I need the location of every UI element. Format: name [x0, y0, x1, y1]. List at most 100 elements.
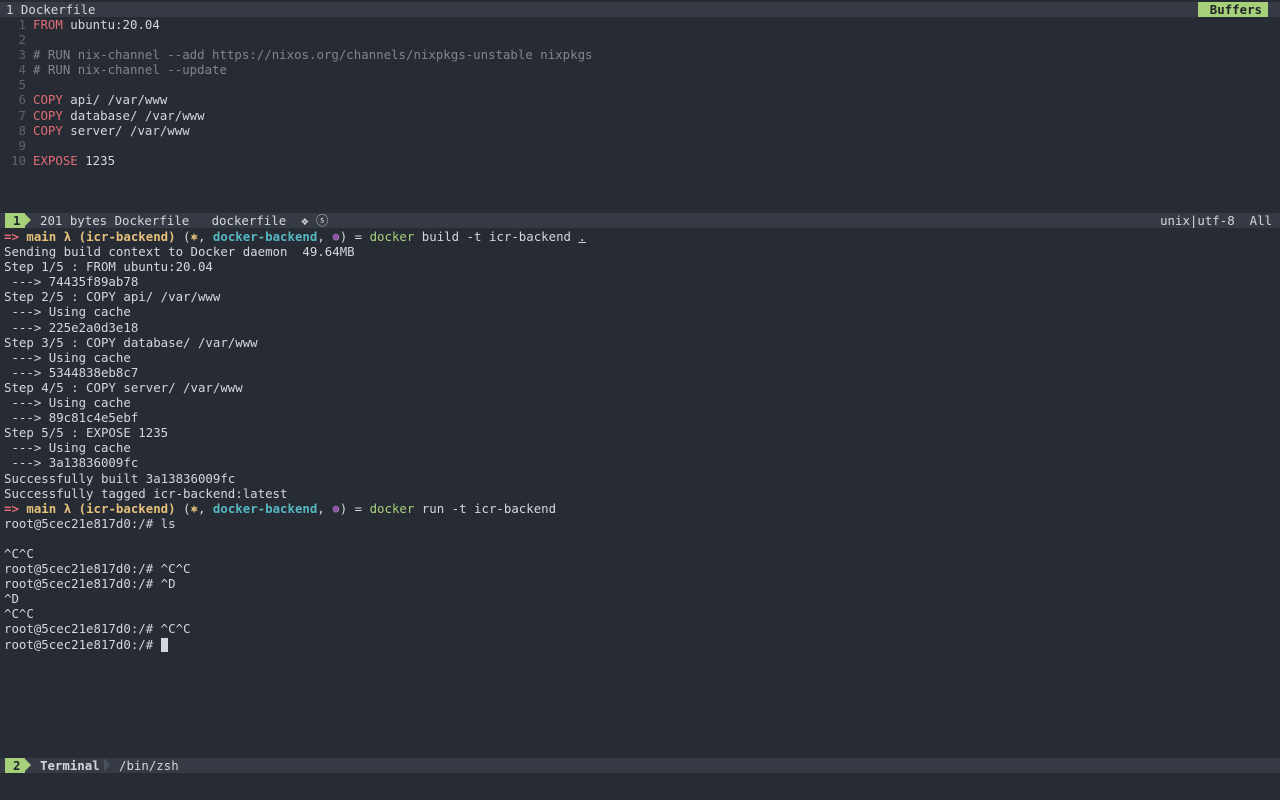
editor-line[interactable]: 2 — [0, 32, 1280, 47]
output-line: Step 5/5 : EXPOSE 1235 — [4, 425, 169, 441]
output-line: Successfully built 3a13836009fc — [4, 470, 236, 486]
editor-line[interactable]: 10 EXPOSE 1235 — [0, 153, 1280, 168]
output-line: ---> Using cache — [4, 440, 131, 456]
terminal-cursor — [160, 637, 168, 652]
kube-icon: ⎈ — [190, 229, 198, 244]
code-text: ubuntu:20.04 — [62, 17, 160, 32]
tab-title[interactable]: 1 Dockerfile — [6, 2, 96, 17]
line-number: 6 — [18, 92, 26, 108]
editor-pane[interactable]: 1 FROM ubuntu:20.04 2 3 # RUN nix-channel --… — [0, 17, 1280, 168]
editor-line[interactable]: 7 COPY database/ /var/www — [0, 108, 1280, 123]
command-path: . — [578, 229, 586, 244]
editor-line[interactable]: 6 COPY api/ /var/www — [0, 92, 1280, 107]
line-number: 1 — [18, 17, 26, 32]
editor-line[interactable]: 5 — [0, 77, 1280, 92]
command-args: build -t icr-backend — [414, 229, 579, 244]
buffers-button[interactable]: Buffers — [1197, 2, 1268, 17]
line-number: 7 — [18, 107, 26, 123]
code-text: api/ /var/www — [62, 92, 168, 108]
buffer-type-label: Terminal — [40, 758, 100, 773]
output-line: Step 4/5 : COPY server/ /var/www — [4, 379, 243, 395]
line-number: 5 — [18, 77, 26, 93]
keyword: COPY — [33, 92, 63, 108]
run-output: root@5cec21e817d0:/# ls ^C^C root@5cec21e8… — [4, 516, 1274, 637]
prompt-line: => main λ (icr-backend) (⎈, docker-backe… — [4, 229, 586, 244]
badge-separator — [24, 213, 31, 227]
line-code: COPY api/ /var/www — [33, 92, 167, 107]
output-line: ---> Using cache — [4, 395, 131, 411]
docker-context: docker-backend — [212, 500, 318, 516]
prompt-arrow: => — [4, 500, 19, 516]
output-line: Step 2/5 : COPY api/ /var/www — [4, 289, 221, 305]
prompt-arrow: => — [4, 229, 19, 244]
output-line: ---> 225e2a0d3e18 — [4, 319, 139, 335]
line-number: 8 — [18, 122, 26, 138]
code-text: server/ /var/www — [62, 122, 190, 138]
comment: # RUN nix-channel --update — [33, 62, 227, 78]
docker-context: docker-backend — [212, 229, 318, 244]
editor-line[interactable]: 4 # RUN nix-channel --update — [0, 62, 1280, 77]
keyword: FROM — [33, 17, 63, 32]
window-number-badge: 2 — [5, 758, 26, 773]
line-number: 4 — [18, 62, 26, 78]
output-line: ^D — [4, 591, 19, 607]
file-info: 201 bytes Dockerfile dockerfile ❖ ⓢ — [40, 213, 329, 228]
output-line: ---> 5344838eb8c7 — [4, 364, 139, 380]
command-name: docker — [369, 500, 415, 516]
output-line: ---> 3a13836009fc — [4, 455, 139, 471]
output-line: root@5cec21e817d0:/# ls — [4, 515, 176, 531]
shell-path: /bin/zsh — [119, 758, 179, 773]
terminal-statusline: 2 Terminal /bin/zsh — [0, 758, 1280, 773]
terminal-pane[interactable]: => main λ (icr-backend) (⎈, docker-backe… — [4, 229, 1274, 652]
output-line: root@5cec21e817d0:/# ^C^C — [4, 561, 191, 577]
active-prompt[interactable]: root@5cec21e817d0:/# — [4, 637, 1274, 652]
line-number: 3 — [18, 47, 26, 63]
line-number: 9 — [18, 137, 26, 153]
output-line: Successfully tagged icr-backend:latest — [4, 485, 288, 501]
badge-separator — [24, 758, 31, 772]
editor-line[interactable]: 3 # RUN nix-channel --add https://nixos.o… — [0, 47, 1280, 62]
line-number: 10 — [11, 152, 26, 168]
line-code: COPY database/ /var/www — [33, 108, 205, 123]
keyword: EXPOSE — [33, 152, 78, 168]
output-line: ^C^C — [4, 545, 34, 561]
output-line: Step 3/5 : COPY database/ /var/www — [4, 334, 258, 350]
code-text: database/ /var/www — [62, 107, 205, 123]
shell-prompt: root@5cec21e817d0:/# — [4, 636, 161, 652]
code-text: 1235 — [77, 152, 116, 168]
git-branch: main λ (icr-backend) — [26, 229, 176, 244]
output-line: ---> 89c81c4e5ebf — [4, 410, 139, 426]
editor-line[interactable]: 1 FROM ubuntu:20.04 — [0, 17, 1280, 32]
output-line: ---> Using cache — [4, 349, 131, 365]
output-line: ---> 74435f89ab78 — [4, 274, 139, 290]
prompt-line: => main λ (icr-backend) (⎈, docker-backe… — [4, 500, 557, 516]
line-code: # RUN nix-channel --update — [33, 62, 227, 77]
output-line: Sending build context to Docker daemon 4… — [4, 244, 355, 260]
segment-separator — [104, 758, 110, 772]
output-line: ---> Using cache — [4, 304, 131, 320]
git-branch: main λ (icr-backend) — [26, 500, 176, 516]
tabline: 1 Dockerfile Buffers — [0, 2, 1280, 17]
status-icon: ⊛ — [332, 500, 340, 516]
line-number: 2 — [18, 32, 26, 48]
output-line: Step 1/5 : FROM ubuntu:20.04 — [4, 259, 213, 275]
command-args: run -t icr-backend — [414, 500, 557, 516]
build-output: Sending build context to Docker daemon 4… — [4, 244, 1274, 501]
editor-line[interactable]: 9 — [0, 138, 1280, 153]
keyword: COPY — [33, 107, 63, 123]
window-number-badge: 1 — [5, 213, 26, 228]
line-code: COPY server/ /var/www — [33, 123, 190, 138]
kube-icon: ⎈ — [190, 500, 198, 516]
output-line: ^C^C — [4, 606, 34, 622]
line-code: FROM ubuntu:20.04 — [33, 17, 160, 32]
output-line: root@5cec21e817d0:/# ^D — [4, 576, 176, 592]
line-code: # RUN nix-channel --add https://nixos.or… — [33, 47, 593, 62]
editor-statusline: 1 201 bytes Dockerfile dockerfile ❖ ⓢ un… — [0, 213, 1280, 228]
editor-line[interactable]: 8 COPY server/ /var/www — [0, 123, 1280, 138]
keyword: COPY — [33, 122, 63, 138]
comment: # RUN nix-channel --add https://nixos.or… — [33, 47, 593, 63]
encoding-info: unix|utf-8 All — [1160, 213, 1272, 228]
output-line: root@5cec21e817d0:/# ^C^C — [4, 621, 191, 637]
status-icon: ⊛ — [332, 229, 340, 244]
